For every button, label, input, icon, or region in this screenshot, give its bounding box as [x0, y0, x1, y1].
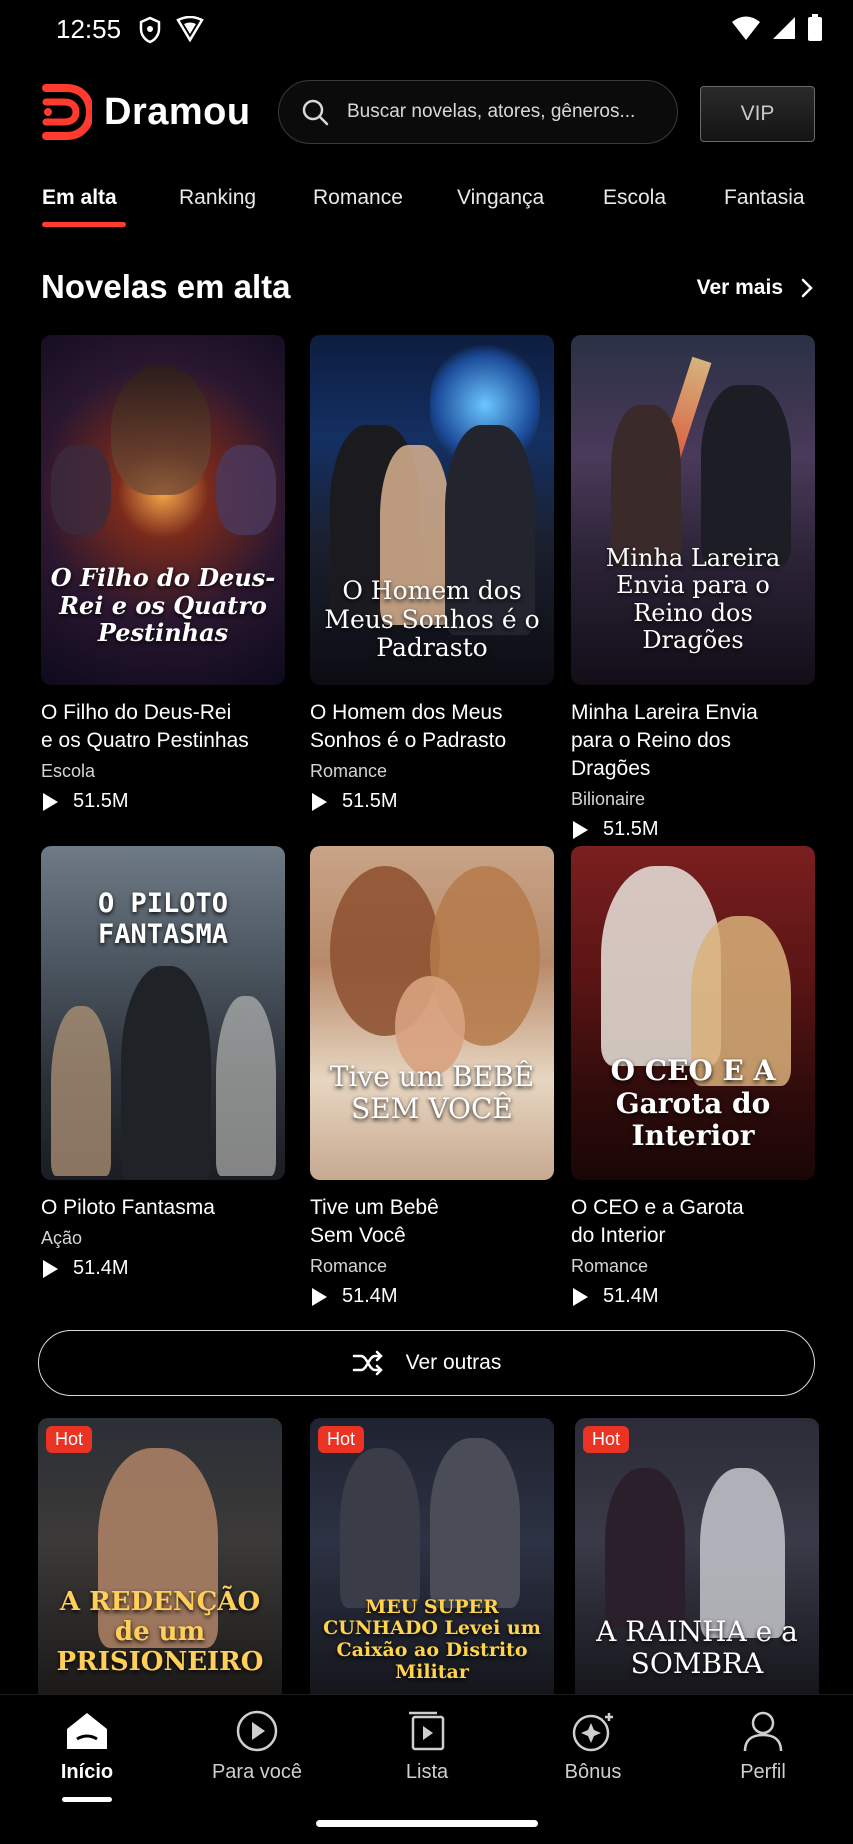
nav-item-bonus[interactable]: Bônus	[533, 1709, 653, 1784]
search-placeholder: Buscar novelas, atores, gêneros...	[347, 101, 636, 122]
tab-escola[interactable]: Escola	[603, 186, 666, 210]
drama-title: O CEO e a Garota do Interior	[571, 1196, 744, 1247]
bottom-navigation: Início Para você Lista Bônus Perfil	[0, 1694, 853, 1844]
tab-vinganca[interactable]: Vingança	[457, 186, 544, 210]
drama-card[interactable]: O Homem dos Meus Sonhos é o Padrasto O H…	[310, 335, 554, 813]
shield-icon	[139, 16, 161, 44]
play-icon	[312, 1287, 327, 1306]
drama-card[interactable]: Minha Lareira Envia para o Reino dos Dra…	[571, 335, 815, 841]
drama-poster[interactable]: O Homem dos Meus Sonhos é o Padrasto	[310, 335, 554, 685]
search-input[interactable]: Buscar novelas, atores, gêneros...	[278, 80, 678, 144]
see-more-label: Ver mais	[696, 276, 783, 299]
nav-item-lista[interactable]: Lista	[367, 1709, 487, 1784]
drama-views: 51.5M	[310, 790, 554, 813]
play-icon	[312, 792, 327, 811]
play-icon	[573, 1287, 588, 1306]
hot-badge: Hot	[318, 1426, 365, 1453]
hot-drama-card[interactable]: Hot A RAINHA e a SOMBRA	[575, 1418, 819, 1694]
see-more-link[interactable]: Ver mais	[697, 276, 813, 300]
poster-title: Tive um BEBÊ SEM VOCÊ	[329, 1059, 535, 1125]
nav-item-para-voce[interactable]: Para você	[197, 1709, 317, 1784]
poster-title: A REDENÇÃO de um PRISIONEIRO	[56, 1587, 264, 1678]
profile-icon	[743, 1711, 783, 1752]
poster-title: O Homem dos Meus Sonhos é o Padrasto	[324, 575, 540, 663]
wifi-icon	[732, 16, 760, 40]
drama-views: 51.4M	[41, 1257, 285, 1280]
drama-poster[interactable]: Minha Lareira Envia para o Reino dos Dra…	[571, 335, 815, 685]
tab-em-alta[interactable]: Em alta	[42, 186, 117, 210]
drama-poster[interactable]: Tive um BEBÊ SEM VOCÊ	[310, 846, 554, 1180]
poster-title: A RAINHA e a SOMBRA	[596, 1614, 798, 1680]
status-bar: 12:55	[0, 0, 853, 62]
bonus-icon	[572, 1713, 613, 1752]
category-tabs: Em alta Ranking Romance Vingança Escola …	[0, 186, 853, 230]
tab-ranking[interactable]: Ranking	[179, 186, 256, 210]
drama-title: O Filho do Deus-Rei e os Quatro Pestinhas	[41, 701, 249, 752]
home-icon	[67, 1713, 107, 1749]
poster-title: O CEO E A Garota do Interior	[610, 1054, 776, 1152]
list-icon	[409, 1711, 445, 1751]
app-header: Dramou Buscar novelas, atores, gêneros..…	[0, 80, 853, 148]
battery-icon	[808, 14, 822, 41]
drama-title: O Homem dos Meus Sonhos é o Padrasto	[310, 701, 507, 752]
tab-romance[interactable]: Romance	[313, 186, 403, 210]
see-others-button[interactable]: Ver outras	[38, 1330, 815, 1396]
drama-genre: Ação	[41, 1228, 83, 1248]
section-title: Novelas em alta	[41, 268, 291, 305]
tab-fantasia[interactable]: Fantasia	[724, 186, 805, 210]
drama-poster[interactable]: Hot MEU SUPER CUNHADO Levei um Caixão ao…	[310, 1418, 554, 1694]
hot-badge: Hot	[583, 1426, 630, 1453]
drama-genre: Romance	[310, 761, 388, 781]
drama-genre: Bilionaire	[571, 789, 646, 809]
drama-genre: Romance	[571, 1256, 649, 1276]
cellular-icon	[773, 17, 795, 39]
vip-button[interactable]: VIP	[700, 86, 815, 142]
drama-views: 51.4M	[571, 1285, 815, 1308]
app-name: Dramou	[104, 90, 251, 133]
drama-poster[interactable]: O PILOTO FANTASMA	[41, 846, 285, 1180]
poster-title: O PILOTO FANTASMA	[97, 888, 229, 951]
poster-title: Minha Lareira Envia para o Reino dos Dra…	[605, 543, 781, 655]
hot-drama-card[interactable]: Hot MEU SUPER CUNHADO Levei um Caixão ao…	[310, 1418, 554, 1694]
nav-item-inicio[interactable]: Início	[27, 1709, 147, 1784]
drama-card[interactable]: Tive um BEBÊ SEM VOCÊ Tive um Bebê Sem Vo…	[310, 846, 554, 1308]
poster-title: MEU SUPER CUNHADO Levei um Caixão ao Dis…	[323, 1595, 541, 1684]
drama-title: Minha Lareira Envia para o Reino dos Drag…	[571, 701, 758, 780]
vpn-signal-icon	[176, 16, 204, 42]
drama-title: Tive um Bebê Sem Você	[310, 1196, 439, 1247]
play-icon	[573, 820, 588, 839]
gesture-home-bar[interactable]	[316, 1820, 538, 1827]
drama-card[interactable]: O CEO E A Garota do Interior O CEO e a G…	[571, 846, 815, 1308]
see-others-label: Ver outras	[405, 1351, 502, 1374]
play-icon	[43, 1259, 58, 1278]
play-icon	[43, 792, 58, 811]
app-logo[interactable]: Dramou	[40, 84, 251, 140]
drama-poster[interactable]: O Filho do Deus-Rei e os Quatro Pestinha…	[41, 335, 285, 685]
shuffle-icon	[352, 1350, 383, 1376]
drama-genre: Escola	[41, 761, 96, 781]
play-circle-icon	[236, 1710, 278, 1752]
poster-title: O Filho do Deus-Rei e os Quatro Pestinha…	[50, 563, 276, 648]
drama-genre: Romance	[310, 1256, 388, 1276]
drama-poster[interactable]: Hot A REDENÇÃO de um PRISIONEIRO	[38, 1418, 282, 1694]
drama-views: 51.5M	[41, 790, 285, 813]
drama-poster[interactable]: O CEO E A Garota do Interior	[571, 846, 815, 1180]
dramou-logo-icon	[42, 84, 92, 140]
drama-views: 51.4M	[310, 1285, 554, 1308]
active-tab-indicator	[42, 222, 126, 227]
drama-poster[interactable]: Hot A RAINHA e a SOMBRA	[575, 1418, 819, 1694]
chevron-right-icon	[801, 278, 813, 298]
drama-card[interactable]: O PILOTO FANTASMA O Piloto Fantasma Ação…	[41, 846, 285, 1280]
active-nav-indicator	[62, 1797, 112, 1802]
drama-card[interactable]: O Filho do Deus-Rei e os Quatro Pestinha…	[41, 335, 285, 813]
search-icon	[302, 99, 329, 126]
hot-badge: Hot	[46, 1426, 93, 1453]
nav-item-perfil[interactable]: Perfil	[703, 1709, 823, 1784]
drama-title: O Piloto Fantasma	[41, 1196, 215, 1219]
hot-drama-card[interactable]: Hot A REDENÇÃO de um PRISIONEIRO	[38, 1418, 282, 1694]
drama-views: 51.5M	[571, 818, 815, 841]
status-time: 12:55	[56, 14, 122, 44]
